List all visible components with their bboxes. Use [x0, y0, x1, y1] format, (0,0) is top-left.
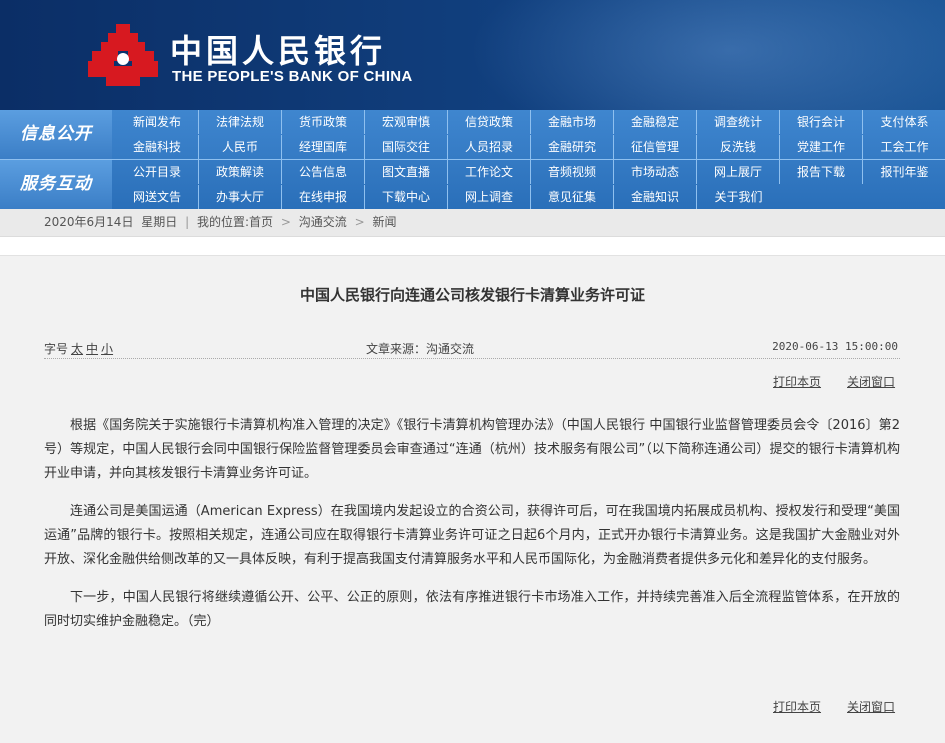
nav-item-5[interactable]: 人员招录 — [448, 135, 531, 159]
print-page-link[interactable]: 打印本页 — [773, 375, 821, 389]
article-datetime: 2020-06-13 15:00:00 — [772, 340, 898, 353]
article-tools-bottom: 打印本页 关闭窗口 — [747, 698, 895, 715]
nav-item-7[interactable]: 金融稳定 — [614, 110, 697, 134]
nav-item-1[interactable]: 网送文告 — [116, 185, 199, 209]
article-source: 文章来源：沟通交流 — [366, 342, 475, 356]
main-navigation: 信息公开 新闻发布 法律法规 货币政策 宏观审慎 信贷政策 金融市场 金融稳定 调查统计 银行会… — [0, 110, 945, 209]
article-meta: 字号太中小 文章来源：沟通交流 2020-06-13 15:00:00 — [44, 336, 900, 359]
nav-item-2[interactable]: 人民币 — [199, 135, 282, 159]
breadcrumb-link-news[interactable]: 新闻 — [373, 215, 397, 229]
nav-band-label-info: 信息公开 — [0, 110, 112, 159]
nav-item-1[interactable]: 金融科技 — [116, 135, 199, 159]
article-tools-top: 打印本页 关闭窗口 — [747, 373, 895, 390]
article-body: 根据《国务院关于实施银行卡清算机构准入管理的决定》《银行卡清算机构管理办法》（中… — [44, 414, 900, 648]
nav-item-8[interactable]: 网上展厅 — [697, 160, 780, 184]
breadcrumb-link-home[interactable]: 首页 — [249, 215, 273, 229]
nav-item-6[interactable]: 音频视频 — [531, 160, 614, 184]
breadcrumb-bar: 2020年6月14日 星期日 | 我的位置:首页 > 沟通交流 > 新闻 — [0, 209, 945, 237]
nav-item-7[interactable]: 金融知识 — [614, 185, 697, 209]
nav-item-10[interactable]: 工会工作 — [863, 135, 945, 159]
nav-item-8[interactable]: 关于我们 — [697, 185, 780, 209]
nav-item-6[interactable]: 金融研究 — [531, 135, 614, 159]
nav-item-2[interactable]: 政策解读 — [199, 160, 282, 184]
content-top-band — [0, 237, 945, 256]
nav-band-service-interaction: 服务互动 公开目录 政策解读 公告信息 图文直播 工作论文 音频视频 市场动态 网上展厅 报告下… — [0, 160, 945, 209]
nav-item-6[interactable]: 意见征集 — [531, 185, 614, 209]
breadcrumb-link-communication[interactable]: 沟通交流 — [299, 215, 347, 229]
nav-item-4[interactable]: 宏观审慎 — [365, 110, 448, 134]
nav-item-10[interactable]: 报刊年鉴 — [863, 160, 945, 184]
nav-item-1[interactable]: 公开目录 — [116, 160, 199, 184]
nav-item-3[interactable]: 公告信息 — [282, 160, 365, 184]
article-paragraph: 连通公司是美国运通（American Express）在我国境内发起设立的合资公… — [44, 504, 900, 567]
nav-band-label-service: 服务互动 — [0, 160, 112, 209]
nav-item-7[interactable]: 征信管理 — [614, 135, 697, 159]
font-size-small-link[interactable]: 小 — [101, 342, 113, 356]
nav-item-4[interactable]: 图文直播 — [365, 160, 448, 184]
nav-item-10[interactable]: 支付体系 — [863, 110, 945, 134]
nav-band-info-disclosure: 信息公开 新闻发布 法律法规 货币政策 宏观审慎 信贷政策 金融市场 金融稳定 调查统计 银行会… — [0, 110, 945, 159]
nav-item-9[interactable]: 银行会计 — [780, 110, 863, 134]
close-window-link[interactable]: 关闭窗口 — [847, 700, 895, 714]
banner-glow — [470, 0, 945, 110]
breadcrumb-separator: | — [185, 215, 190, 229]
nav-row: 网送文告 办事大厅 在线申报 下载中心 网上调查 意见征集 金融知识 关于我们 — [116, 185, 780, 209]
print-page-link[interactable]: 打印本页 — [773, 700, 821, 714]
nav-item-2[interactable]: 法律法规 — [199, 110, 282, 134]
nav-item-3[interactable]: 货币政策 — [282, 110, 365, 134]
breadcrumb-chevron-icon: > — [354, 215, 365, 229]
font-size-large-link[interactable]: 太 — [71, 342, 83, 356]
site-header-banner: 中国人民银行 THE PEOPLE'S BANK OF CHINA — [0, 0, 945, 110]
nav-item-3[interactable]: 经理国库 — [282, 135, 365, 159]
nav-item-9[interactable]: 党建工作 — [780, 135, 863, 159]
nav-row: 新闻发布 法律法规 货币政策 宏观审慎 信贷政策 金融市场 金融稳定 调查统计 银行会计 支付体系 — [116, 110, 945, 134]
nav-item-5[interactable]: 网上调查 — [448, 185, 531, 209]
nav-item-9[interactable]: 报告下载 — [780, 160, 863, 184]
nav-item-8[interactable]: 调查统计 — [697, 110, 780, 134]
logo-chinese-text[interactable]: 中国人民银行 — [170, 26, 386, 72]
nav-item-8[interactable]: 反洗钱 — [697, 135, 780, 159]
nav-item-2[interactable]: 办事大厅 — [199, 185, 282, 209]
font-size-label: 字号 — [44, 342, 69, 356]
font-size-medium-link[interactable]: 中 — [86, 342, 98, 356]
current-date: 2020年6月14日 — [44, 215, 134, 229]
current-weekday: 星期日 — [141, 215, 178, 229]
font-size-switcher: 字号太中小 — [44, 340, 113, 357]
nav-item-5[interactable]: 工作论文 — [448, 160, 531, 184]
article-title: 中国人民银行向连通公司核发银行卡清算业务许可证 — [299, 286, 645, 304]
breadcrumb-location-label: 我的位置: — [197, 215, 250, 229]
breadcrumb-chevron-icon: > — [280, 215, 291, 229]
nav-item-4[interactable]: 国际交往 — [365, 135, 448, 159]
nav-item-7[interactable]: 市场动态 — [614, 160, 697, 184]
nav-item-4[interactable]: 下载中心 — [365, 185, 448, 209]
nav-item-5[interactable]: 信贷政策 — [448, 110, 531, 134]
article-paragraph: 下一步，中国人民银行将继续遵循公开、公平、公正的原则，依法有序推进银行卡市场准入… — [44, 590, 900, 629]
nav-row: 公开目录 政策解读 公告信息 图文直播 工作论文 音频视频 市场动态 网上展厅 报告下载 报刊年鉴 — [116, 160, 945, 184]
nav-item-1[interactable]: 新闻发布 — [116, 110, 199, 134]
article-paragraph: 根据《国务院关于实施银行卡清算机构准入管理的决定》《银行卡清算机构管理办法》（中… — [44, 418, 900, 481]
logo-english-text[interactable]: THE PEOPLE'S BANK OF CHINA — [172, 68, 413, 85]
pboc-logo-icon[interactable] — [88, 24, 158, 86]
nav-item-6[interactable]: 金融市场 — [531, 110, 614, 134]
nav-row: 金融科技 人民币 经理国库 国际交往 人员招录 金融研究 征信管理 反洗钱 党建工作 工会工作 — [116, 135, 945, 159]
close-window-link[interactable]: 关闭窗口 — [847, 375, 895, 389]
nav-item-3[interactable]: 在线申报 — [282, 185, 365, 209]
breadcrumb: 2020年6月14日 星期日 | 我的位置:首页 > 沟通交流 > 新闻 — [44, 209, 397, 236]
